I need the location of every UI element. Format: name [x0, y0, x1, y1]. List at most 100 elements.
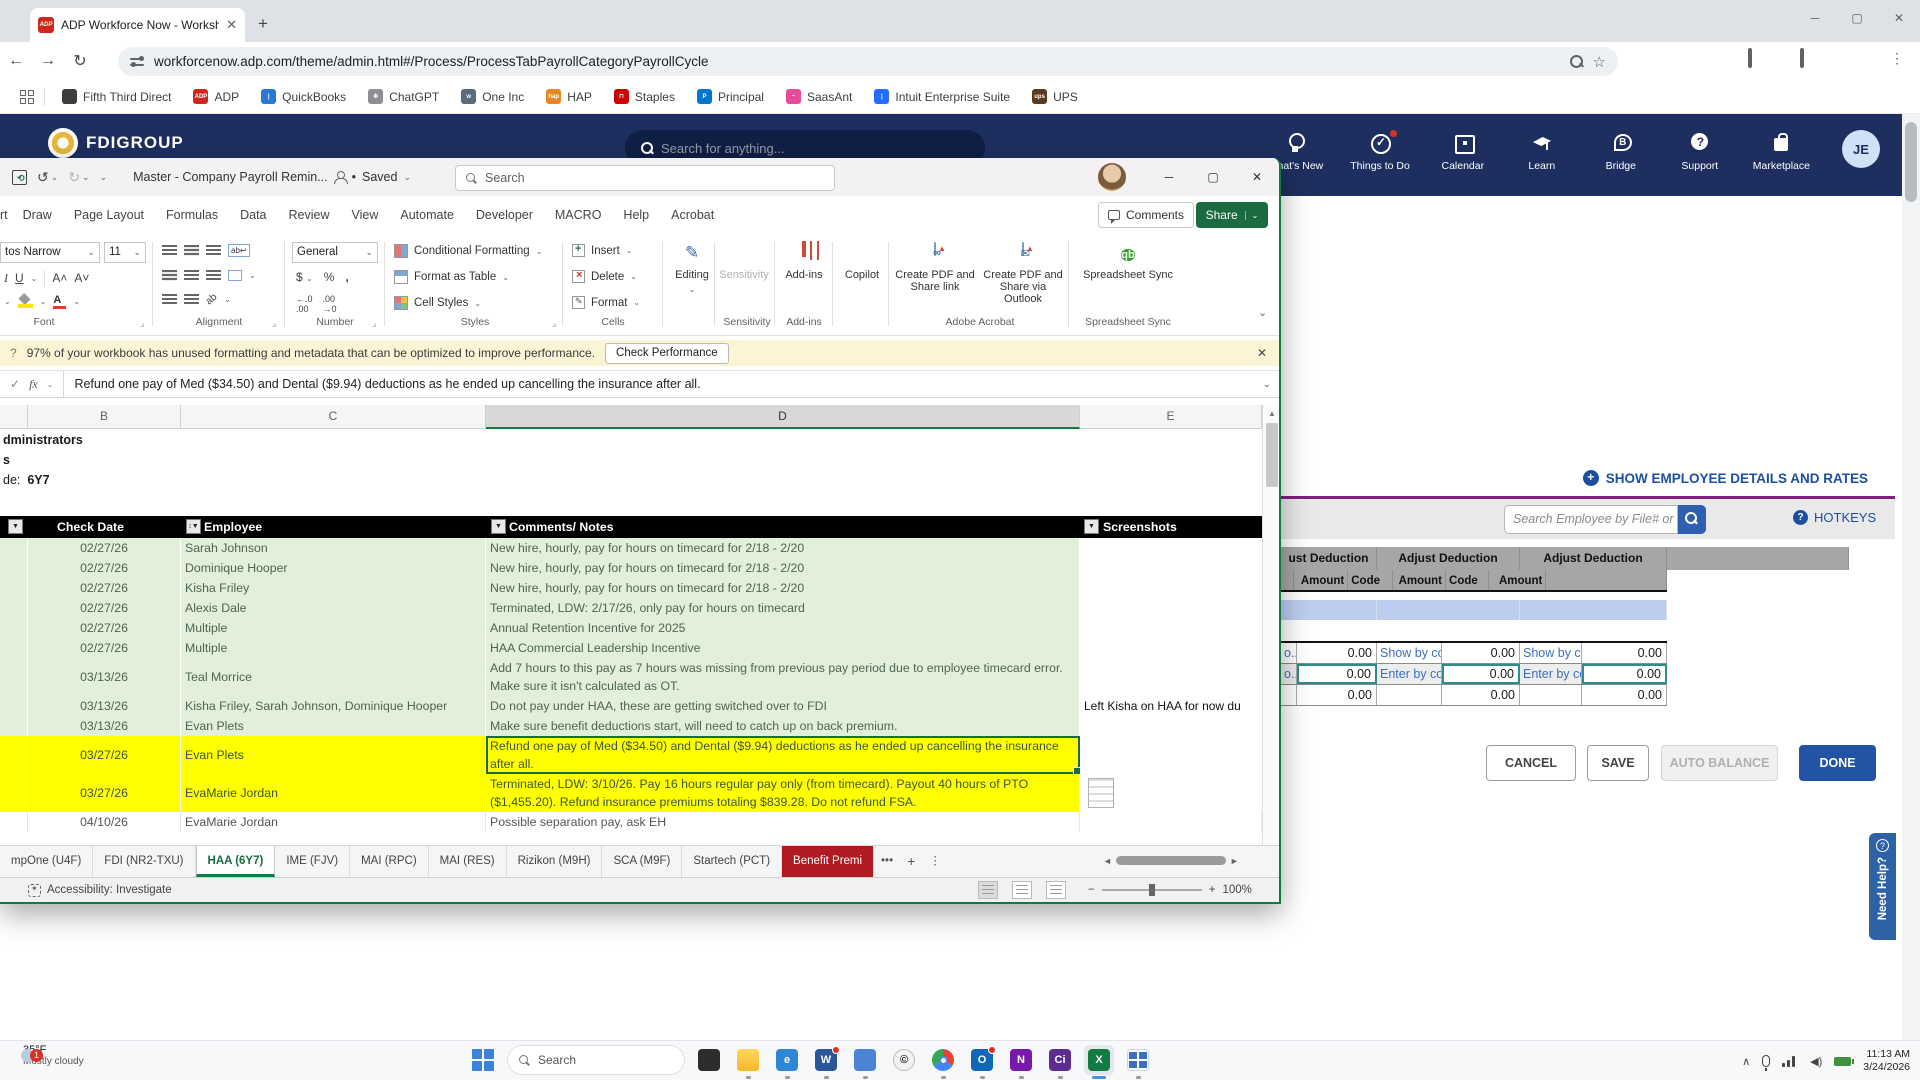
cell-employee[interactable]: Sarah Johnson	[181, 538, 486, 558]
page-scroll-thumb[interactable]	[1905, 122, 1917, 202]
saved-status[interactable]: Saved	[362, 170, 397, 184]
cell-screenshot[interactable]	[1080, 658, 1262, 696]
save-icon[interactable]	[12, 170, 27, 185]
excel-hscroll-thumb[interactable]	[1116, 856, 1226, 865]
cell-a[interactable]	[0, 716, 28, 736]
show-employee-details-link[interactable]: + SHOW EMPLOYEE DETAILS AND RATES	[1583, 470, 1868, 486]
tray-expand-icon[interactable]: ∧	[1742, 1055, 1750, 1068]
redo-button[interactable]: ↻⌄	[68, 169, 89, 186]
ribbon-tab-macro[interactable]: MACRO	[544, 208, 613, 222]
saved-chevron-icon[interactable]: ⌄	[403, 172, 411, 183]
cell-check-date[interactable]: 02/27/26	[28, 578, 181, 598]
cell-a[interactable]	[0, 736, 28, 774]
alignment-dialog-launcher-icon[interactable]: ⌟	[272, 318, 276, 329]
number-dialog-launcher-icon[interactable]: ⌟	[372, 318, 376, 329]
ribbon-tab-draw[interactable]: Draw	[12, 208, 63, 222]
header-employee[interactable]: Employee	[181, 516, 486, 538]
cell-screenshot[interactable]	[1080, 558, 1262, 578]
column-header-e[interactable]: E	[1080, 405, 1262, 429]
align-middle-icon[interactable]	[184, 245, 199, 256]
cell-comment[interactable]: New hire, hourly, pay for hours on timec…	[486, 538, 1080, 558]
excel-minimize-button[interactable]: ─	[1147, 158, 1191, 196]
cell-screenshot[interactable]	[1080, 638, 1262, 658]
adp-nav-things-to-do[interactable]: Things to Do	[1350, 132, 1410, 172]
cell-screenshot[interactable]	[1080, 812, 1262, 832]
undo-button[interactable]: ↺⌄	[37, 169, 58, 186]
cell-a[interactable]	[0, 638, 28, 658]
add-ins-button[interactable]: Add-ins	[778, 240, 830, 314]
header-comments[interactable]: Comments/ Notes	[486, 516, 1080, 538]
window-minimize-button[interactable]: ─	[1794, 0, 1836, 36]
cell-check-date[interactable]: 02/27/26	[28, 598, 181, 618]
employee-sort-filter-icon[interactable]: ↕▼	[186, 519, 201, 534]
merge-center-icon[interactable]	[228, 270, 242, 281]
ribbon-collapse-icon[interactable]: ⌄	[1258, 306, 1267, 319]
window-maximize-button[interactable]: ▢	[1836, 0, 1878, 36]
cell-screenshot[interactable]: Left Kisha on HAA for now du	[1080, 696, 1262, 716]
need-help-tab[interactable]: ? Need Help?	[1869, 833, 1896, 940]
excel-vscroll-thumb[interactable]	[1266, 423, 1278, 487]
filter-dropdown-icon[interactable]: ▼	[491, 519, 506, 534]
ribbon-tab-pagelayout[interactable]: Page Layout	[63, 208, 155, 222]
employee-search-input[interactable]: Search Employee by File# or Name	[1504, 505, 1678, 534]
excel-maximize-button[interactable]: ▢	[1191, 158, 1235, 196]
pinned-app-icon[interactable]	[850, 1045, 880, 1075]
merge-chevron-icon[interactable]: ⌄	[249, 271, 256, 280]
back-icon[interactable]: ←	[0, 52, 32, 70]
border-chevron-icon[interactable]: ⌄	[4, 297, 11, 306]
cell-check-date[interactable]: 03/13/26	[28, 658, 181, 696]
ribbon-tab-review[interactable]: Review	[278, 208, 341, 222]
zoom-slider[interactable]	[1102, 889, 1202, 891]
decrease-indent-icon[interactable]	[162, 294, 177, 305]
percent-icon[interactable]: %	[324, 270, 335, 284]
excel-close-button[interactable]: ✕	[1235, 158, 1279, 196]
cell-employee[interactable]: Dominique Hooper	[181, 558, 486, 578]
fx-chevron-icon[interactable]: ⌄	[47, 380, 54, 389]
ribbon-tab-acrobat[interactable]: Acrobat	[660, 208, 725, 222]
deduction-code-link[interactable]: Show by co...	[1520, 643, 1582, 663]
sheet-tab-sca-m9f-[interactable]: SCA (M9F)	[602, 846, 682, 877]
adp-nav-support[interactable]: Support	[1674, 132, 1726, 172]
cell-employee[interactable]: Multiple	[181, 638, 486, 658]
filter-dropdown-icon[interactable]: ▼	[8, 519, 23, 534]
wrap-text-icon[interactable]: ab↩	[228, 244, 250, 257]
deduction-amount-cell[interactable]: 0.00	[1582, 664, 1667, 684]
cell-check-date[interactable]: 03/27/26	[28, 774, 181, 812]
fill-chevron-icon[interactable]: ⌄	[40, 297, 47, 306]
table-row[interactable]: 02/27/26MultipleHAA Commercial Leadershi…	[0, 638, 1262, 658]
column-header-a[interactable]	[0, 405, 28, 429]
page-break-view-button[interactable]	[1046, 881, 1066, 899]
table-row[interactable]: 03/27/26Evan PletsRefund one pay of Med …	[0, 736, 1262, 774]
cell-screenshot[interactable]	[1080, 716, 1262, 736]
cell-a[interactable]	[0, 618, 28, 638]
check-performance-button[interactable]: Check Performance	[605, 343, 729, 364]
wifi-icon[interactable]	[1782, 1056, 1798, 1067]
currency-icon[interactable]: $ ⌄	[296, 270, 313, 284]
copilot-app-icon[interactable]: Ci	[1045, 1045, 1075, 1075]
cell-screenshot[interactable]	[1080, 618, 1262, 638]
table-row[interactable]: 03/27/26EvaMarie JordanTerminated, LDW: …	[0, 774, 1262, 812]
deduction-amount-cell[interactable]: 0.00	[1297, 664, 1377, 684]
ribbon-tab-formulas[interactable]: Formulas	[155, 208, 229, 222]
microphone-icon[interactable]	[1762, 1055, 1770, 1067]
deduction-code-link[interactable]: Show by co...	[1377, 643, 1442, 663]
browser-essentials-icon[interactable]	[1800, 50, 1804, 66]
file-explorer-icon[interactable]	[733, 1045, 763, 1075]
comma-icon[interactable]: ,	[345, 270, 348, 284]
excel-icon[interactable]: X	[1084, 1045, 1114, 1075]
adp-nav-marketplace[interactable]: Marketplace	[1753, 132, 1810, 172]
cell-comment[interactable]: New hire, hourly, pay for hours on timec…	[486, 578, 1080, 598]
auto-balance-button[interactable]: AUTO BALANCE	[1661, 745, 1778, 781]
align-left-icon[interactable]	[162, 270, 177, 281]
cell-comment[interactable]: Terminated, LDW: 2/17/26, only pay for h…	[486, 598, 1080, 618]
increase-indent-icon[interactable]	[184, 294, 199, 305]
cell-comment[interactable]: Add 7 hours to this pay as 7 hours was m…	[486, 658, 1080, 696]
user-avatar[interactable]: JE	[1842, 130, 1880, 168]
decrease-decimal-icon[interactable]: .00→0	[323, 294, 337, 314]
create-pdf-share-link-button[interactable]: Create PDF and Share link	[894, 240, 976, 314]
share-chevron-icon[interactable]: ⌄	[1245, 211, 1259, 220]
screenshot-thumbnail[interactable]	[1088, 778, 1114, 808]
url-text[interactable]: workforcenow.adp.com/theme/admin.html#/P…	[154, 54, 1560, 69]
number-format-combo[interactable]: General	[292, 242, 378, 263]
editing-button[interactable]: ✎ Editing⌄	[666, 240, 718, 314]
